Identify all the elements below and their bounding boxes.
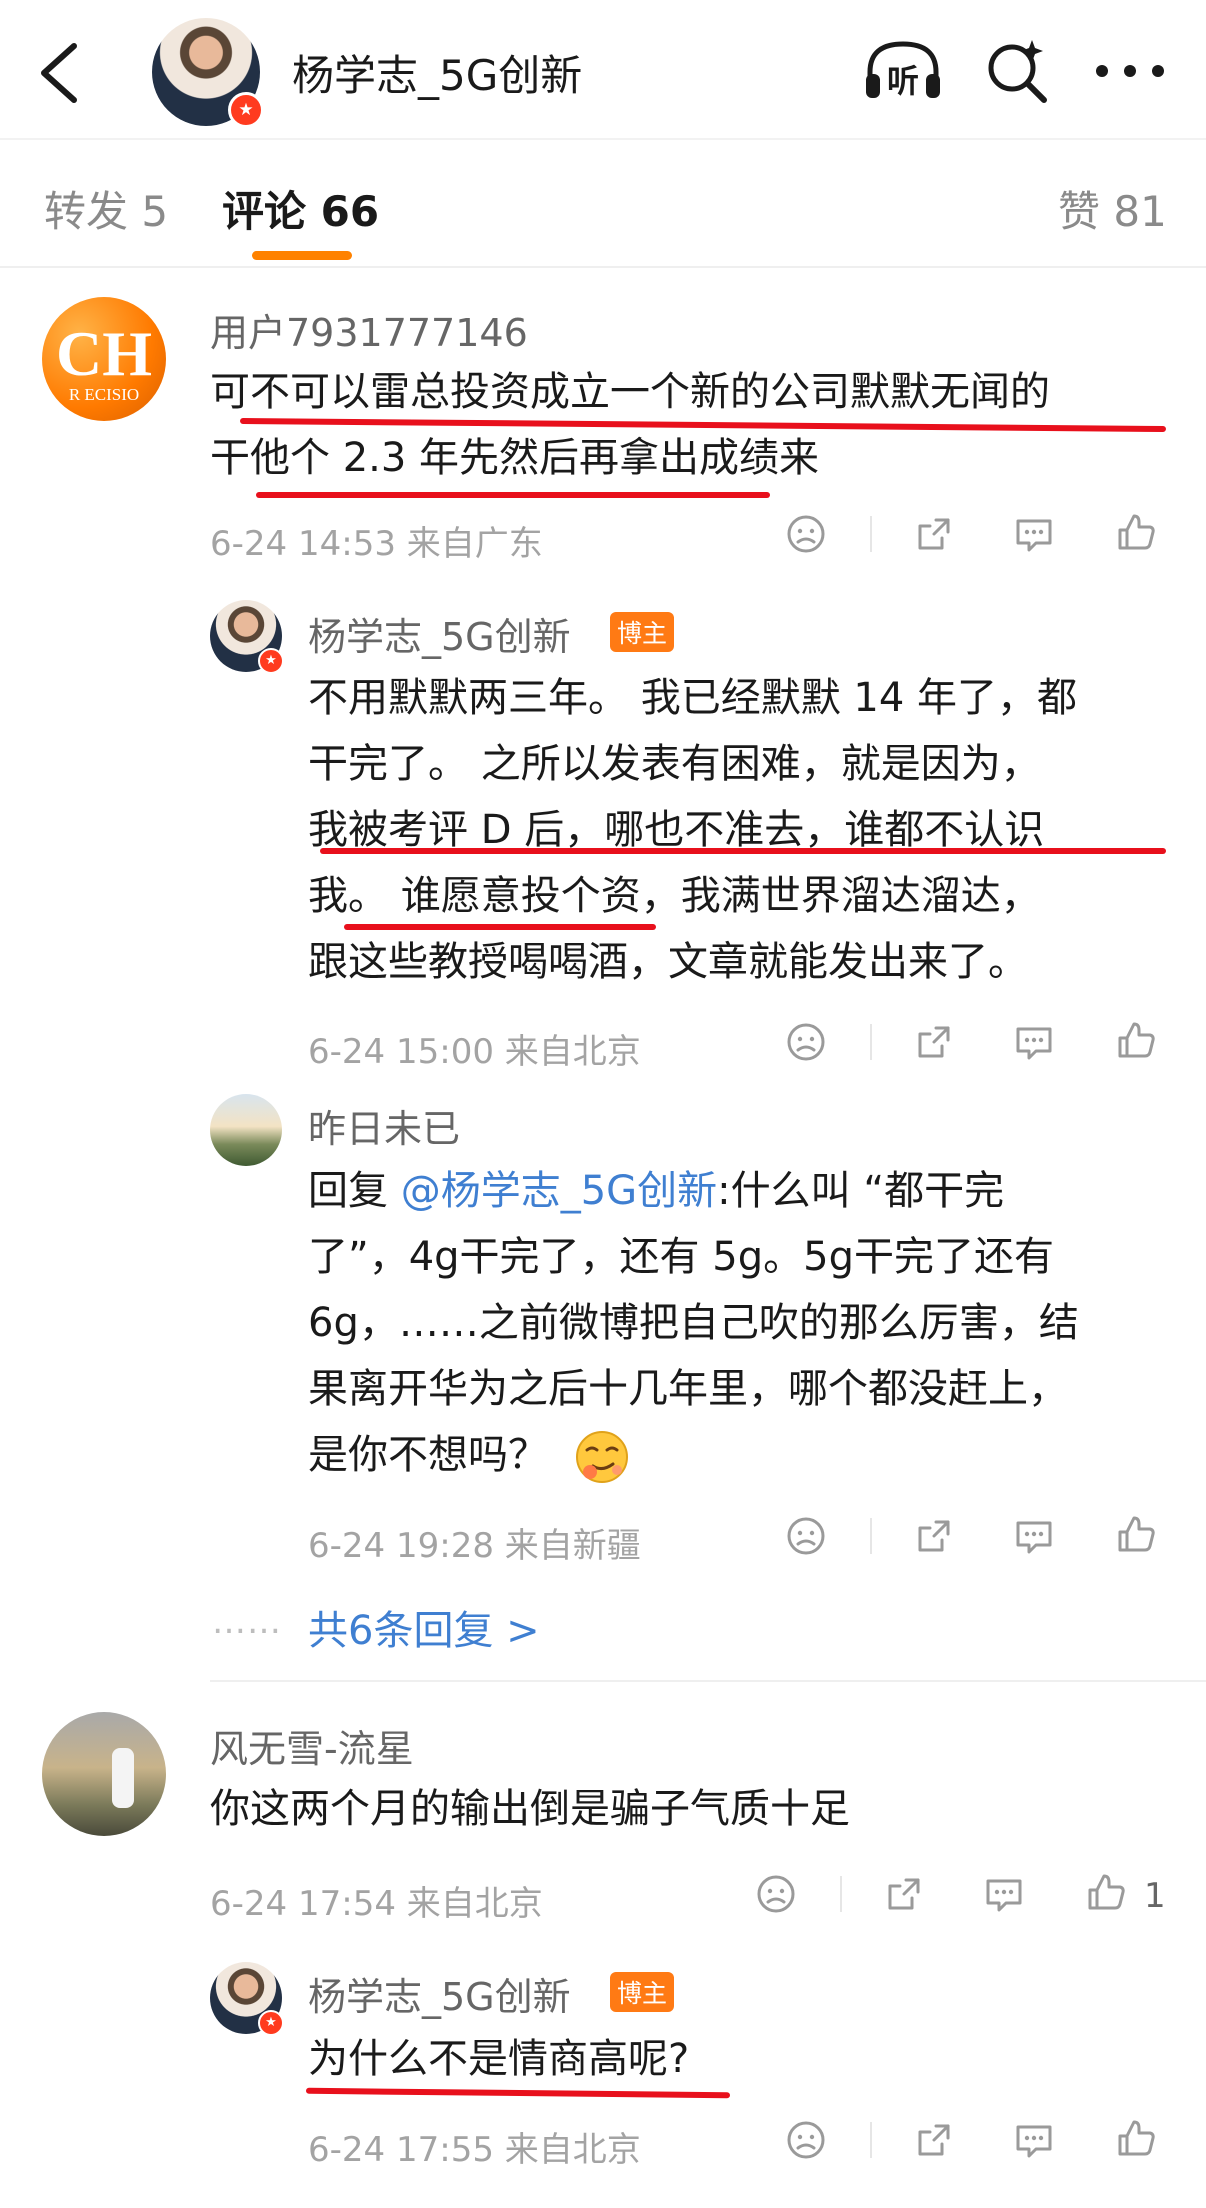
- avatar-logo-subtext: R ECISIO: [68, 385, 140, 404]
- top-navigation-bar: ★ 杨学志_5G创新 听: [0, 0, 1206, 140]
- reply-text-span: :什么叫 “都干完: [717, 1168, 1005, 1214]
- tab-reposts[interactable]: 转发 5: [44, 178, 168, 239]
- avatar-logo-text: CH: [56, 318, 152, 389]
- comment-meta: 6-24 17:54 来自北京: [210, 1884, 543, 1924]
- reply-text-line: 果离开华为之后十几年里，哪个都没赶上，: [308, 1366, 1068, 1412]
- reply-text-line: 干完了。 之所以发表有困难，就是因为，: [308, 741, 1041, 787]
- like-icon[interactable]: [1114, 1512, 1158, 1556]
- share-icon[interactable]: [912, 2118, 956, 2162]
- page-title[interactable]: 杨学志_5G创新: [292, 42, 582, 103]
- search-icon[interactable]: [982, 36, 1052, 106]
- reply-text: 回复 @杨学志_5G创新:什么叫 “都干完 了”，4g干完了，还有 5g。5g干…: [308, 1158, 1079, 1488]
- header-divider: [0, 138, 1206, 140]
- comment-text-line: 你这两个月的输出倒是骗子气质十足: [210, 1786, 850, 1832]
- like-icon[interactable]: [1114, 1018, 1158, 1062]
- mention-link[interactable]: @杨学志_5G创新: [401, 1168, 717, 1214]
- reply-text-line: 为什么不是情商高呢?: [308, 2036, 690, 2082]
- blogger-badge: 博主: [610, 1972, 675, 2012]
- like-icon[interactable]: [1114, 2116, 1158, 2160]
- reply-meta: 6-24 15:00 来自北京: [308, 1032, 641, 1072]
- view-more-replies-link[interactable]: 共6条回复 >: [308, 1598, 540, 1656]
- like-icon[interactable]: [1084, 1870, 1128, 1914]
- reply-username[interactable]: 杨学志_5G创新: [308, 606, 571, 661]
- red-underline-annotation: [256, 492, 770, 498]
- dislike-face-icon[interactable]: [784, 1514, 828, 1558]
- more-options-icon[interactable]: [1092, 58, 1168, 84]
- dislike-face-icon[interactable]: [784, 2118, 828, 2162]
- comment-icon[interactable]: [1012, 1020, 1056, 1064]
- verified-badge-icon: ★: [258, 648, 284, 674]
- listen-label: 听: [887, 62, 919, 100]
- share-icon[interactable]: [912, 512, 956, 556]
- reply-meta: 6-24 17:55 来自北京: [308, 2130, 641, 2170]
- avatar-figure: [112, 1748, 134, 1808]
- comment-avatar[interactable]: [42, 1712, 166, 1836]
- like-count: 1: [1144, 1876, 1166, 1916]
- reply-text-line: 了”，4g干完了，还有 5g。5g干完了还有: [308, 1234, 1054, 1280]
- dislike-face-icon[interactable]: [784, 512, 828, 556]
- dislike-face-icon[interactable]: [784, 1020, 828, 1064]
- comment-icon[interactable]: [1012, 2118, 1056, 2162]
- more-replies-dots: ……: [212, 1602, 282, 1642]
- reply-text-line: 不用默默两三年。 我已经默默 14 年了，都: [308, 675, 1078, 721]
- comment-icon[interactable]: [1012, 1514, 1056, 1558]
- reply-text-line: 我。 谁愿意投个资，我满世界溜达溜达，: [308, 873, 1041, 919]
- action-separator: [840, 1876, 842, 1912]
- comment-username[interactable]: 风无雪-流星: [210, 1718, 414, 1773]
- reply-prefix: 回复: [308, 1168, 401, 1214]
- reply-meta: 6-24 19:28 来自新疆: [308, 1526, 641, 1566]
- red-underline-annotation: [320, 848, 1166, 854]
- share-icon[interactable]: [882, 1872, 926, 1916]
- reply-text: 不用默默两三年。 我已经默默 14 年了，都 干完了。 之所以发表有困难，就是因…: [308, 665, 1077, 995]
- reply-text-line: 回复 @杨学志_5G创新:什么叫 “都干完: [308, 1158, 1079, 1224]
- back-arrow-icon[interactable]: [30, 38, 90, 108]
- comment-text: 你这两个月的输出倒是骗子气质十足: [210, 1776, 850, 1842]
- reply-text-line: 是你不想吗？: [308, 1422, 1079, 1488]
- action-separator: [870, 516, 872, 552]
- dislike-face-icon[interactable]: [754, 1872, 798, 1916]
- reply-text-span: 是你不想吗？: [308, 1432, 548, 1478]
- comment-avatar[interactable]: CH R ECISIO: [42, 297, 166, 421]
- action-separator: [870, 1024, 872, 1060]
- tab-comments[interactable]: 评论 66: [222, 178, 379, 239]
- comment-divider: [210, 1680, 1206, 1682]
- smirk-emoji-icon: [575, 1431, 628, 1483]
- share-icon[interactable]: [912, 1514, 956, 1558]
- reply-username[interactable]: 杨学志_5G创新: [308, 1966, 571, 2021]
- share-icon[interactable]: [912, 1020, 956, 1064]
- comment-icon[interactable]: [982, 1872, 1026, 1916]
- tabs-divider: [0, 266, 1206, 268]
- comment-username[interactable]: 用户7931777146: [210, 302, 528, 357]
- active-tab-indicator: [252, 251, 352, 260]
- reply-text-line: 跟这些教授喝喝酒，文章就能发出来了。: [308, 939, 1028, 985]
- comment-text-line: 干他个 2.3 年先然后再拿出成绩来: [210, 435, 820, 481]
- blogger-badge: 博主: [610, 612, 675, 652]
- comment-icon[interactable]: [1012, 512, 1056, 556]
- verified-badge-icon: ★: [258, 2010, 284, 2036]
- comment-text-line: 可不可以雷总投资成立一个新的公司默默无闻的: [210, 369, 1050, 415]
- red-underline-annotation: [344, 924, 656, 930]
- reply-username[interactable]: 昨日未已: [308, 1098, 460, 1153]
- action-separator: [870, 1518, 872, 1554]
- comment-meta: 6-24 14:53 来自广东: [210, 524, 543, 564]
- reply-text: 为什么不是情商高呢?: [308, 2026, 689, 2092]
- verified-badge-icon: ★: [228, 92, 264, 128]
- tab-likes[interactable]: 赞 81: [1058, 178, 1167, 239]
- listen-headphones-icon[interactable]: 听: [860, 36, 946, 104]
- reply-avatar[interactable]: [210, 1094, 282, 1166]
- like-icon[interactable]: [1114, 510, 1158, 554]
- action-separator: [870, 2122, 872, 2158]
- reply-text-line: 6g，……之前微博把自己吹的那么厉害，结: [308, 1300, 1079, 1346]
